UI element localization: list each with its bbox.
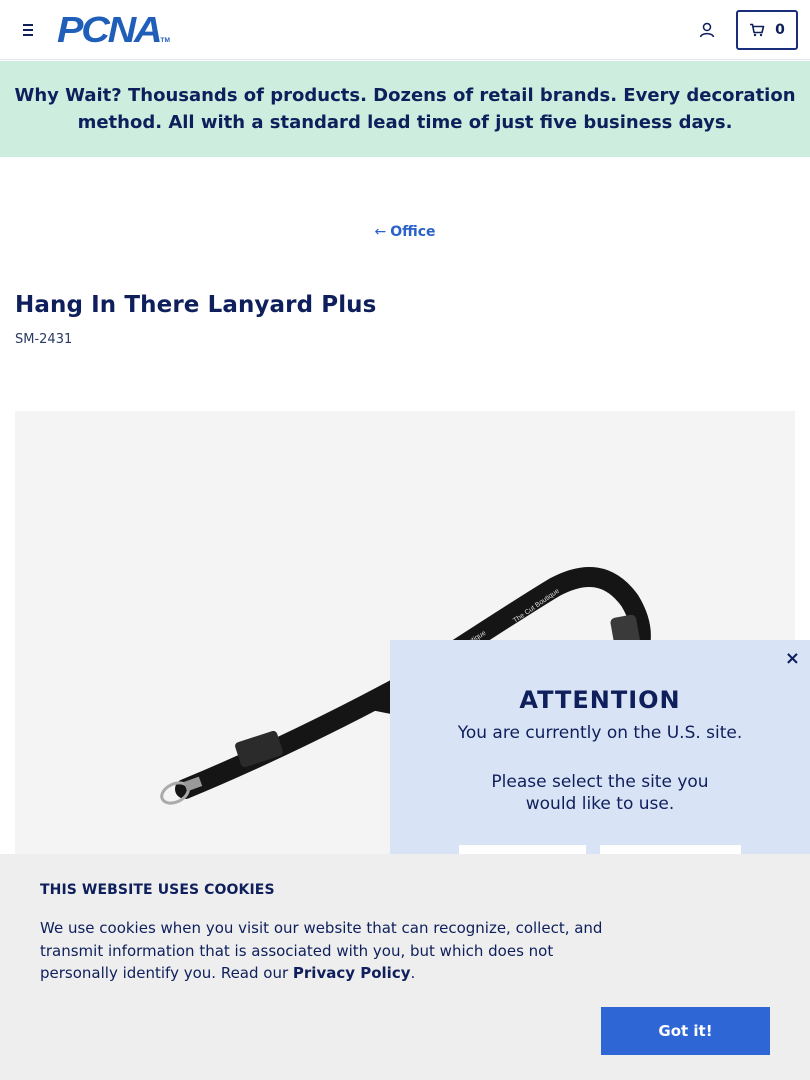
hamburger-icon — [23, 24, 33, 26]
dialog-prompt-line-1: Please select the site you — [491, 772, 709, 792]
site-header: PCNATM 0 — [0, 0, 810, 60]
cart-button[interactable]: 0 — [736, 10, 798, 50]
dialog-heading: ATTENTION — [519, 686, 681, 714]
promo-lead: Why Wait? — [14, 85, 122, 106]
close-icon[interactable]: × — [785, 648, 800, 669]
arrow-left-icon: ← — [374, 224, 387, 240]
cart-count: 0 — [775, 22, 785, 38]
product-sku: SM-2431 — [15, 332, 73, 347]
cookie-banner: THIS WEBSITE USES COOKIES We use cookies… — [0, 854, 810, 1080]
account-icon[interactable] — [697, 20, 717, 40]
dialog-current-site: You are currently on the U.S. site. — [457, 723, 743, 743]
cookie-text: We use cookies when you visit our websit… — [40, 919, 603, 982]
back-to-category-link[interactable]: ← Office — [0, 224, 810, 240]
dialog-prompt-line-2: would like to use. — [525, 794, 675, 814]
product-title: Hang In There Lanyard Plus — [15, 292, 377, 318]
promo-banner: Why Wait? Thousands of products. Dozens … — [0, 61, 810, 157]
privacy-policy-link[interactable]: Privacy Policy — [293, 964, 411, 982]
accept-cookies-button[interactable]: Got it! — [601, 1007, 770, 1055]
cookie-title: THIS WEBSITE USES COOKIES — [40, 882, 275, 898]
cart-icon — [750, 23, 765, 37]
promo-text: Thousands of products. Dozens of retail … — [77, 85, 796, 133]
pcna-logo[interactable]: PCNATM — [57, 12, 170, 57]
menu-button[interactable] — [18, 18, 40, 42]
